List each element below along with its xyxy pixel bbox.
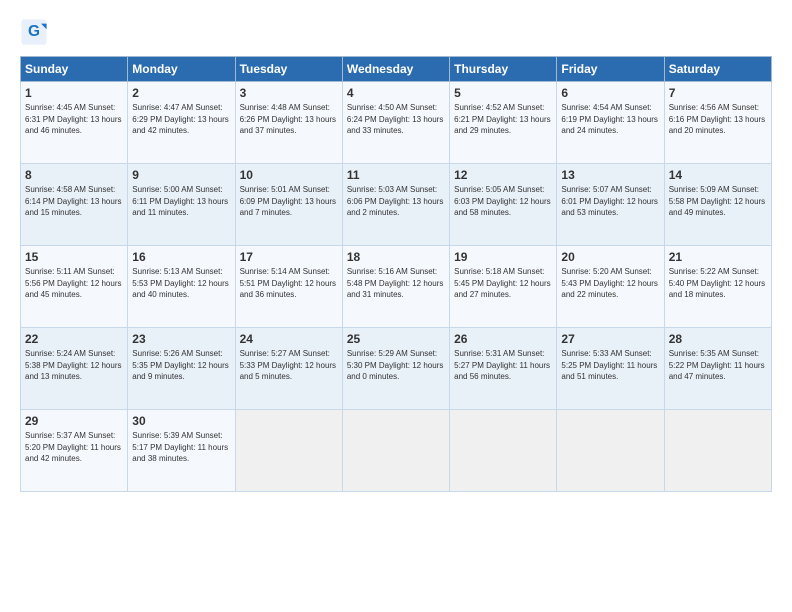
- table-row: [664, 410, 771, 492]
- calendar-table: Sunday Monday Tuesday Wednesday Thursday…: [20, 56, 772, 492]
- table-row: 5Sunrise: 4:52 AM Sunset: 6:21 PM Daylig…: [450, 82, 557, 164]
- header: G: [20, 18, 772, 46]
- table-row: 13Sunrise: 5:07 AM Sunset: 6:01 PM Dayli…: [557, 164, 664, 246]
- table-row: 3Sunrise: 4:48 AM Sunset: 6:26 PM Daylig…: [235, 82, 342, 164]
- table-row: 21Sunrise: 5:22 AM Sunset: 5:40 PM Dayli…: [664, 246, 771, 328]
- table-row: 29Sunrise: 5:37 AM Sunset: 5:20 PM Dayli…: [21, 410, 128, 492]
- table-row: 15Sunrise: 5:11 AM Sunset: 5:56 PM Dayli…: [21, 246, 128, 328]
- table-row: 22Sunrise: 5:24 AM Sunset: 5:38 PM Dayli…: [21, 328, 128, 410]
- col-wednesday: Wednesday: [342, 57, 449, 82]
- table-row: 28Sunrise: 5:35 AM Sunset: 5:22 PM Dayli…: [664, 328, 771, 410]
- table-row: 20Sunrise: 5:20 AM Sunset: 5:43 PM Dayli…: [557, 246, 664, 328]
- table-row: 24Sunrise: 5:27 AM Sunset: 5:33 PM Dayli…: [235, 328, 342, 410]
- svg-text:G: G: [28, 23, 40, 40]
- table-row: 25Sunrise: 5:29 AM Sunset: 5:30 PM Dayli…: [342, 328, 449, 410]
- col-tuesday: Tuesday: [235, 57, 342, 82]
- table-row: 12Sunrise: 5:05 AM Sunset: 6:03 PM Dayli…: [450, 164, 557, 246]
- logo: G: [20, 18, 52, 46]
- table-row: 23Sunrise: 5:26 AM Sunset: 5:35 PM Dayli…: [128, 328, 235, 410]
- table-row: 7Sunrise: 4:56 AM Sunset: 6:16 PM Daylig…: [664, 82, 771, 164]
- col-sunday: Sunday: [21, 57, 128, 82]
- table-row: 30Sunrise: 5:39 AM Sunset: 5:17 PM Dayli…: [128, 410, 235, 492]
- col-thursday: Thursday: [450, 57, 557, 82]
- table-row: 16Sunrise: 5:13 AM Sunset: 5:53 PM Dayli…: [128, 246, 235, 328]
- col-friday: Friday: [557, 57, 664, 82]
- page: G Sunday Monday Tuesday Wednesday Thursd…: [0, 0, 792, 502]
- table-row: 10Sunrise: 5:01 AM Sunset: 6:09 PM Dayli…: [235, 164, 342, 246]
- table-row: 2Sunrise: 4:47 AM Sunset: 6:29 PM Daylig…: [128, 82, 235, 164]
- table-row: 18Sunrise: 5:16 AM Sunset: 5:48 PM Dayli…: [342, 246, 449, 328]
- table-row: 1Sunrise: 4:45 AM Sunset: 6:31 PM Daylig…: [21, 82, 128, 164]
- col-monday: Monday: [128, 57, 235, 82]
- table-row: 14Sunrise: 5:09 AM Sunset: 5:58 PM Dayli…: [664, 164, 771, 246]
- table-row: [235, 410, 342, 492]
- table-row: 4Sunrise: 4:50 AM Sunset: 6:24 PM Daylig…: [342, 82, 449, 164]
- table-row: [557, 410, 664, 492]
- table-row: 19Sunrise: 5:18 AM Sunset: 5:45 PM Dayli…: [450, 246, 557, 328]
- table-row: 8Sunrise: 4:58 AM Sunset: 6:14 PM Daylig…: [21, 164, 128, 246]
- header-row: Sunday Monday Tuesday Wednesday Thursday…: [21, 57, 772, 82]
- table-row: 26Sunrise: 5:31 AM Sunset: 5:27 PM Dayli…: [450, 328, 557, 410]
- table-row: 9Sunrise: 5:00 AM Sunset: 6:11 PM Daylig…: [128, 164, 235, 246]
- table-row: [342, 410, 449, 492]
- table-row: 11Sunrise: 5:03 AM Sunset: 6:06 PM Dayli…: [342, 164, 449, 246]
- col-saturday: Saturday: [664, 57, 771, 82]
- table-row: 27Sunrise: 5:33 AM Sunset: 5:25 PM Dayli…: [557, 328, 664, 410]
- table-row: 6Sunrise: 4:54 AM Sunset: 6:19 PM Daylig…: [557, 82, 664, 164]
- table-row: [450, 410, 557, 492]
- logo-icon: G: [20, 18, 48, 46]
- table-row: 17Sunrise: 5:14 AM Sunset: 5:51 PM Dayli…: [235, 246, 342, 328]
